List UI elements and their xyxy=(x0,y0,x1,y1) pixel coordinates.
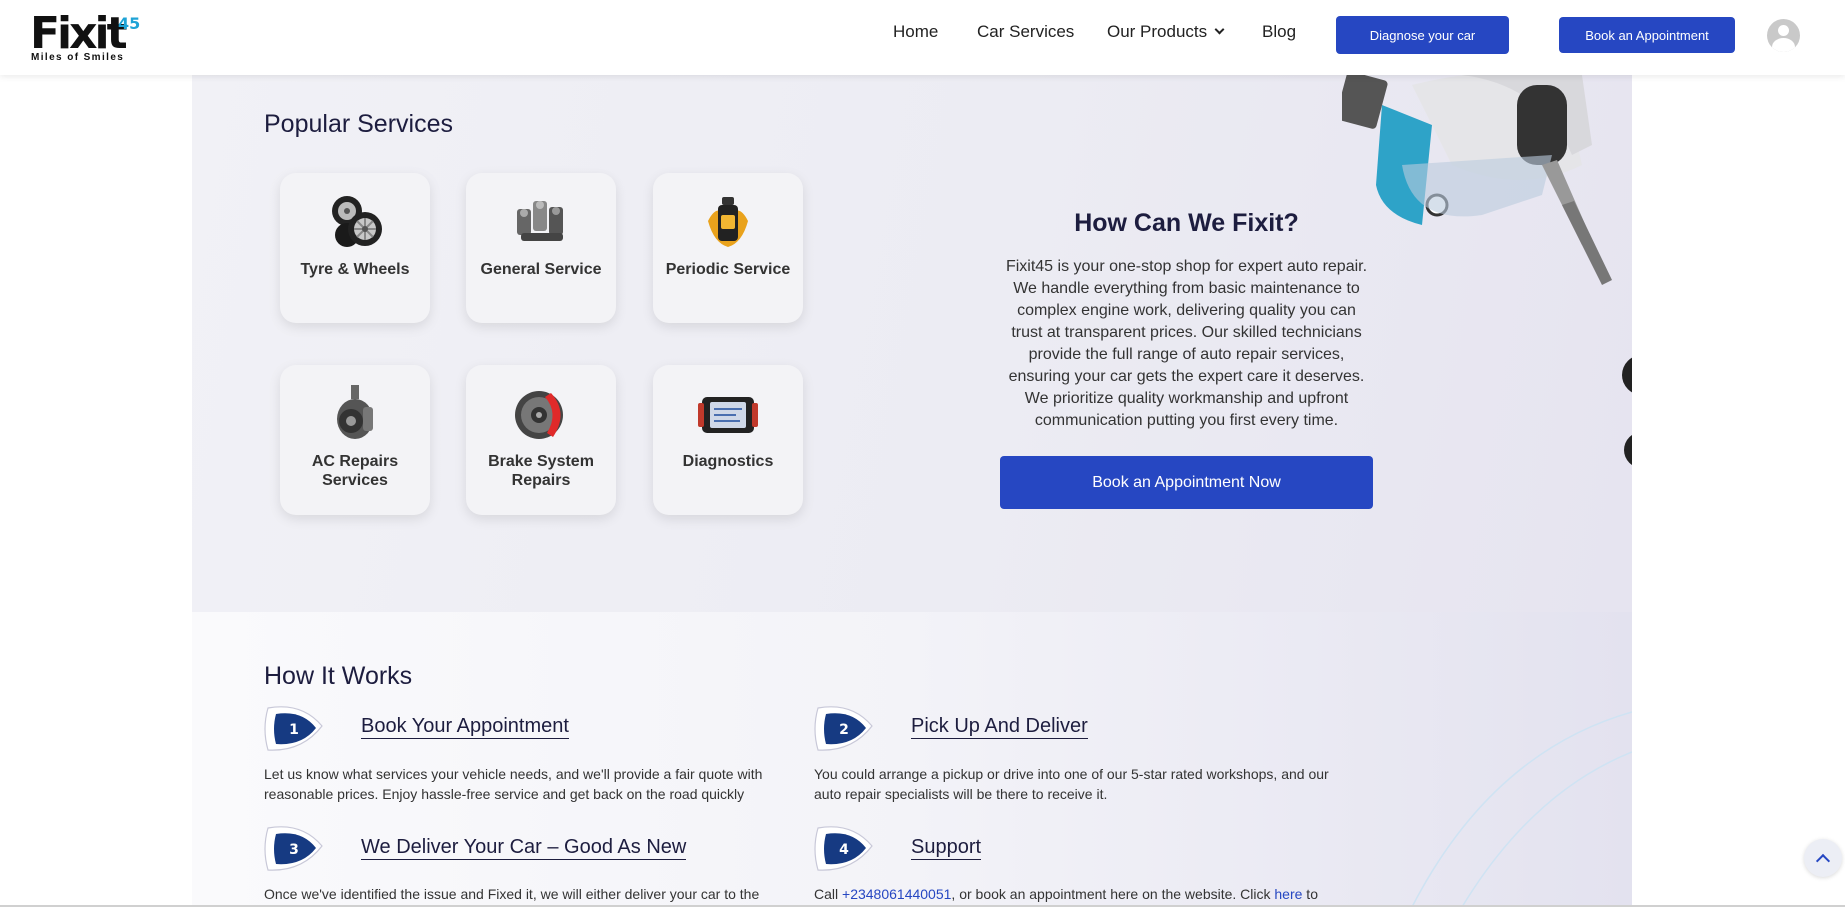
service-card-label: AC Repairs Services xyxy=(311,453,399,489)
scroll-to-top-button[interactable] xyxy=(1804,839,1842,877)
hero-section: Popular Services Tyre & Wheels General S… xyxy=(192,75,1632,612)
logo-wordmark: Fixit xyxy=(30,8,128,59)
diagnostic-tablet-icon xyxy=(698,397,758,433)
fixit45-logo[interactable]: Fixit 45 Miles of Smiles xyxy=(30,12,150,66)
service-card-general-service[interactable]: General Service xyxy=(466,173,616,323)
step-number: 3 xyxy=(289,842,299,858)
chevron-up-icon xyxy=(1815,853,1831,868)
nav-home[interactable]: Home xyxy=(893,22,938,42)
step-description: You could arrange a pickup or drive into… xyxy=(814,766,1329,802)
user-avatar-icon[interactable] xyxy=(1767,19,1800,52)
engine-parts-icon xyxy=(517,201,563,241)
step-description: Call +2348061440051, or book an appointm… xyxy=(814,884,1374,904)
service-card-label: Brake System Repairs xyxy=(488,453,594,489)
step-title-book-appointment[interactable]: Book Your Appointment xyxy=(361,715,569,739)
ac-compressor-icon xyxy=(337,385,373,439)
step-number-badge: 3 xyxy=(264,826,323,871)
nav-car-services[interactable]: Car Services xyxy=(977,22,1074,42)
step-number-badge: 2 xyxy=(814,706,873,751)
service-card-brake-system[interactable]: Brake System Repairs xyxy=(466,365,616,515)
step-number-badge: 4 xyxy=(814,826,873,871)
support-here-link[interactable]: here xyxy=(1274,886,1302,902)
support-text-suffix: to xyxy=(1302,886,1318,902)
service-card-tyre-wheels[interactable]: Tyre & Wheels xyxy=(280,173,430,323)
book-appointment-button[interactable]: Book an Appointment xyxy=(1559,17,1735,53)
service-card-label: General Service xyxy=(480,261,602,278)
step-number: 2 xyxy=(839,722,849,738)
mechanic-illustration xyxy=(1342,75,1632,465)
popular-services-title: Popular Services xyxy=(264,110,453,138)
decorative-curves xyxy=(1411,711,1632,907)
nav-our-products[interactable]: Our Products xyxy=(1107,22,1225,42)
how-it-works-section: How It Works 1 Book Your Appointment Let… xyxy=(192,612,1632,907)
step-title-deliver-car[interactable]: We Deliver Your Car – Good As New xyxy=(361,836,687,860)
service-card-label: Periodic Service xyxy=(665,261,791,278)
brake-disc-icon xyxy=(515,391,563,439)
diagnose-car-button[interactable]: Diagnose your car xyxy=(1336,16,1509,54)
step-title-support[interactable]: Support xyxy=(911,836,982,860)
logo-superscript: 45 xyxy=(118,14,141,33)
site-header: Fixit 45 Miles of Smiles Home Car Servic… xyxy=(0,0,1845,75)
service-card-label: Diagnostics xyxy=(682,453,774,470)
how-can-we-fixit-description: Fixit45 is your one-stop shop for expert… xyxy=(1005,258,1368,429)
service-card-ac-repairs[interactable]: AC Repairs Services xyxy=(280,365,430,515)
support-phone-link[interactable]: +2348061440051 xyxy=(842,886,951,902)
service-card-periodic-service[interactable]: Periodic Service xyxy=(653,173,803,323)
step-number-badge: 1 xyxy=(264,706,323,751)
service-card-diagnostics[interactable]: Diagnostics xyxy=(653,365,803,515)
oil-bottle-icon xyxy=(708,197,748,247)
tyre-icon xyxy=(332,196,382,247)
chevron-down-icon xyxy=(1214,24,1225,35)
support-text-middle: , or book an appointment here on the web… xyxy=(951,886,1275,902)
step-number: 4 xyxy=(839,842,849,858)
nav-our-products-label: Our Products xyxy=(1107,22,1208,41)
service-card-label: Tyre & Wheels xyxy=(300,261,410,278)
step-number: 1 xyxy=(289,722,299,738)
step-description: Once we've identified the issue and Fixe… xyxy=(264,886,760,902)
step-description: Let us know what services your vehicle n… xyxy=(264,766,763,802)
how-can-we-fixit-title: How Can We Fixit? xyxy=(1074,209,1299,237)
step-title-pick-up-deliver[interactable]: Pick Up And Deliver xyxy=(911,715,1088,739)
how-it-works-title: How It Works xyxy=(264,662,413,690)
nav-blog[interactable]: Blog xyxy=(1262,22,1296,42)
book-appointment-now-button[interactable]: Book an Appointment Now xyxy=(1000,456,1373,509)
support-text-prefix: Call xyxy=(814,886,843,902)
logo-tagline: Miles of Smiles xyxy=(31,52,125,63)
